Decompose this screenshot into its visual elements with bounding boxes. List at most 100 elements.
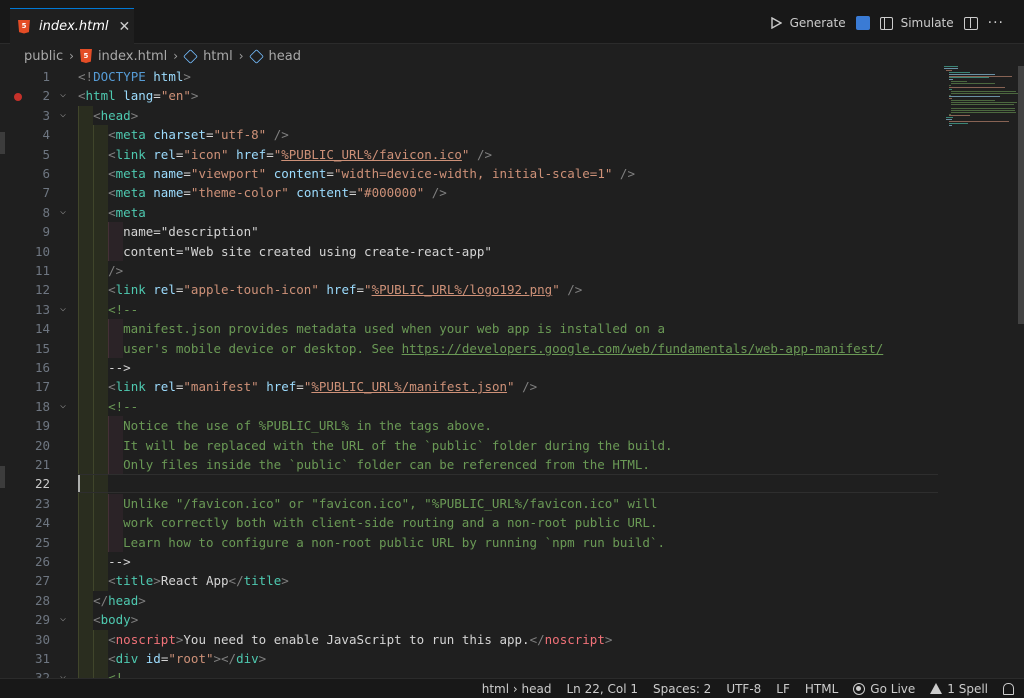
- encoding[interactable]: UTF-8: [726, 682, 761, 696]
- code-line: Only files inside the `public` folder ca…: [123, 457, 650, 472]
- fold-chevron-icon[interactable]: ⌵: [60, 671, 66, 678]
- html5-icon: 5: [18, 19, 30, 34]
- line-number: 23: [34, 495, 50, 511]
- chevron-right-icon: ›: [238, 49, 244, 63]
- chevron-right-icon: ›: [69, 49, 74, 63]
- code-line: user's mobile device or desktop. See htt…: [123, 340, 884, 356]
- fold-chevron-icon[interactable]: ⌵: [60, 613, 66, 624]
- line-number: 25: [34, 534, 50, 550]
- line-number: 15: [34, 340, 50, 356]
- line-number: 10: [34, 243, 50, 259]
- minimap-line: [951, 90, 1016, 92]
- line-number: 22: [34, 476, 50, 492]
- chevron-right-icon: ›: [173, 49, 179, 63]
- line-number: 3: [42, 107, 50, 123]
- minimap-line: [948, 77, 990, 79]
- split-editor-icon[interactable]: [963, 16, 978, 30]
- minimap-line: [948, 123, 968, 124]
- language-mode[interactable]: HTML: [805, 682, 838, 696]
- minimap-line: [948, 71, 971, 73]
- line-number: 7: [42, 185, 50, 201]
- code-editor[interactable]: 1 <!DOCTYPE html> 2 ⌵ <html lang="en"> 3 ⌵ <he…: [0, 66, 1024, 678]
- fold-chevron-icon[interactable]: ⌵: [60, 109, 66, 120]
- minimap-line: [948, 85, 951, 86]
- breadcrumb-html[interactable]: html: [203, 49, 233, 64]
- fold-chevron-icon[interactable]: ⌵: [60, 303, 66, 314]
- simulate-button[interactable]: Simulate: [879, 16, 954, 30]
- line-number: 2: [42, 88, 50, 104]
- minimap[interactable]: [944, 66, 1020, 126]
- minimap-line: [951, 109, 1016, 111]
- spell-check-button[interactable]: 1 Spell: [930, 682, 988, 696]
- fold-chevron-icon[interactable]: ⌵: [60, 89, 66, 100]
- extension-icon[interactable]: [855, 16, 870, 30]
- minimap-line: [948, 94, 952, 96]
- code-line: Unlike "/favicon.ico" or "favicon.ico", …: [123, 495, 658, 511]
- bell-icon: [1003, 682, 1014, 695]
- cursor-position[interactable]: Ln 22, Col 1: [566, 682, 638, 696]
- line-number: 6: [42, 166, 50, 181]
- indentation[interactable]: Spaces: 2: [653, 682, 711, 696]
- line-number: 18: [34, 398, 50, 414]
- line-number: 1: [42, 69, 50, 84]
- line-number: 13: [34, 301, 50, 317]
- line-number: 14: [34, 321, 50, 337]
- code-line: <html lang="en">: [78, 88, 199, 104]
- line-number: 12: [34, 282, 50, 298]
- minimap-line: [946, 117, 953, 119]
- generate-button[interactable]: Generate: [770, 16, 846, 30]
- line-number: 8: [42, 204, 50, 220]
- code-line: <!DOCTYPE html>: [78, 69, 191, 84]
- minimap-line: [946, 119, 952, 121]
- status-breadcrumb[interactable]: html › head: [482, 682, 552, 696]
- vertical-scrollbar[interactable]: [1018, 66, 1024, 324]
- code-line: <body>: [93, 612, 139, 628]
- element-icon: [248, 48, 264, 64]
- code-line: Notice the use of %PUBLIC_URL% in the ta…: [123, 418, 492, 434]
- breadcrumb-head[interactable]: head: [269, 49, 301, 64]
- simulate-label: Simulate: [900, 16, 954, 30]
- code-line: <!--: [108, 301, 139, 317]
- minimap-line: [948, 121, 1010, 123]
- minimap-line: [951, 100, 996, 102]
- code-line: <link rel="apple-touch-icon" href="%PUBL…: [108, 282, 583, 298]
- tab-index-html[interactable]: 5 index.html ✕: [10, 8, 134, 44]
- code-line: name="description": [123, 224, 259, 240]
- code-line: <meta name="theme-color" content="#00000…: [108, 185, 447, 201]
- status-bar: html › head Ln 22, Col 1 Spaces: 2 UTF-8…: [0, 678, 1024, 698]
- code-line: </head>: [93, 592, 146, 608]
- more-actions-icon[interactable]: ···: [988, 15, 1004, 31]
- breadcrumb-public[interactable]: public: [24, 49, 63, 64]
- minimap-line: [951, 107, 1016, 109]
- line-number: 5: [42, 146, 50, 162]
- end-of-line[interactable]: LF: [776, 682, 790, 696]
- close-icon[interactable]: ✕: [119, 19, 131, 35]
- minimap-line: [948, 115, 971, 117]
- line-number: 17: [34, 379, 50, 395]
- spell-label: 1 Spell: [947, 681, 988, 696]
- code-line: -->: [108, 360, 131, 375]
- line-number: 16: [34, 360, 50, 375]
- code-line: <head>: [93, 107, 139, 123]
- minimap-line: [948, 73, 995, 75]
- notifications-button[interactable]: [1003, 682, 1014, 695]
- broadcast-icon: [853, 682, 866, 695]
- line-number: 9: [42, 224, 50, 240]
- go-live-label: Go Live: [870, 681, 916, 696]
- minimap-line: [944, 66, 958, 67]
- minimap-line: [951, 102, 1017, 104]
- code-line: <meta: [108, 204, 146, 220]
- warning-icon: [930, 683, 943, 694]
- line-number: 28: [34, 592, 50, 608]
- minimap-line: [946, 69, 952, 71]
- minimap-line: [948, 124, 953, 126]
- fold-chevron-icon[interactable]: ⌵: [60, 206, 66, 217]
- breadcrumb-file[interactable]: index.html: [98, 49, 167, 64]
- fold-chevron-icon[interactable]: ⌵: [60, 400, 66, 411]
- code-line: <link rel="icon" href="%PUBLIC_URL%/favi…: [108, 146, 492, 162]
- line-number: 19: [34, 418, 50, 434]
- current-line-highlight: [78, 474, 938, 494]
- go-live-button[interactable]: Go Live: [853, 682, 915, 696]
- line-number: 24: [34, 515, 50, 531]
- minimap-line: [951, 81, 968, 83]
